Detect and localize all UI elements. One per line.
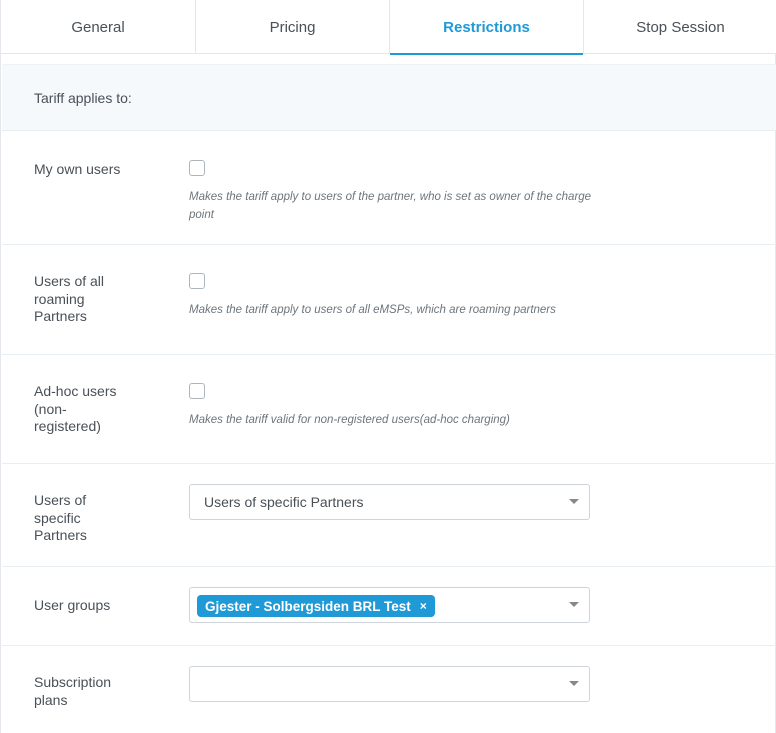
close-icon[interactable]: × xyxy=(420,599,427,613)
roaming-partners-help: Makes the tariff apply to users of all e… xyxy=(189,304,556,316)
row-subscription-plans: Subscription plans xyxy=(2,646,776,733)
adhoc-users-checkbox[interactable] xyxy=(189,383,205,399)
user-group-chip-label: Gjester - Solbergsiden BRL Test xyxy=(205,598,411,614)
roaming-partners-checkbox[interactable] xyxy=(189,273,205,289)
row-roaming-partners: Users of all roaming Partners Makes the … xyxy=(2,245,776,355)
tab-bar: General Pricing Restrictions Stop Sessio… xyxy=(1,0,776,55)
chevron-down-icon xyxy=(569,602,579,607)
user-groups-select[interactable]: Gjester - Solbergsiden BRL Test × xyxy=(189,587,590,623)
restrictions-panel: General Pricing Restrictions Stop Sessio… xyxy=(0,0,776,733)
roaming-partners-label: Users of all roaming Partners xyxy=(34,273,105,324)
own-users-checkbox[interactable] xyxy=(189,160,205,176)
own-users-label: My own users xyxy=(34,161,121,177)
specific-partners-value: Users of specific Partners xyxy=(204,494,364,510)
subscription-plans-label: Subscription plans xyxy=(34,674,112,708)
row-specific-partners: Users of specific Partners Users of spec… xyxy=(2,464,776,567)
row-own-users: My own users Makes the tariff apply to u… xyxy=(2,131,776,245)
chevron-down-icon xyxy=(569,681,579,686)
specific-partners-label: Users of specific Partners xyxy=(34,492,87,543)
user-groups-label: User groups xyxy=(34,597,111,613)
tab-restrictions[interactable]: Restrictions xyxy=(390,0,584,55)
subscription-plans-select[interactable] xyxy=(189,666,590,702)
row-user-groups: User groups Gjester - Solbergsiden BRL T… xyxy=(2,567,776,646)
section-title: Tariff applies to: xyxy=(2,64,776,131)
tab-pricing[interactable]: Pricing xyxy=(196,0,390,54)
specific-partners-select[interactable]: Users of specific Partners xyxy=(189,484,590,520)
tab-general[interactable]: General xyxy=(1,0,196,54)
row-adhoc-users: Ad-hoc users (non-registered) Makes the … xyxy=(2,355,776,464)
user-group-chip: Gjester - Solbergsiden BRL Test × xyxy=(197,595,435,617)
adhoc-users-help: Makes the tariff valid for non-registere… xyxy=(189,414,510,426)
tab-stop-session[interactable]: Stop Session xyxy=(584,0,776,54)
own-users-help: Makes the tariff apply to users of the p… xyxy=(189,191,592,221)
chevron-down-icon xyxy=(569,499,579,504)
adhoc-users-label: Ad-hoc users (non-registered) xyxy=(34,383,117,434)
